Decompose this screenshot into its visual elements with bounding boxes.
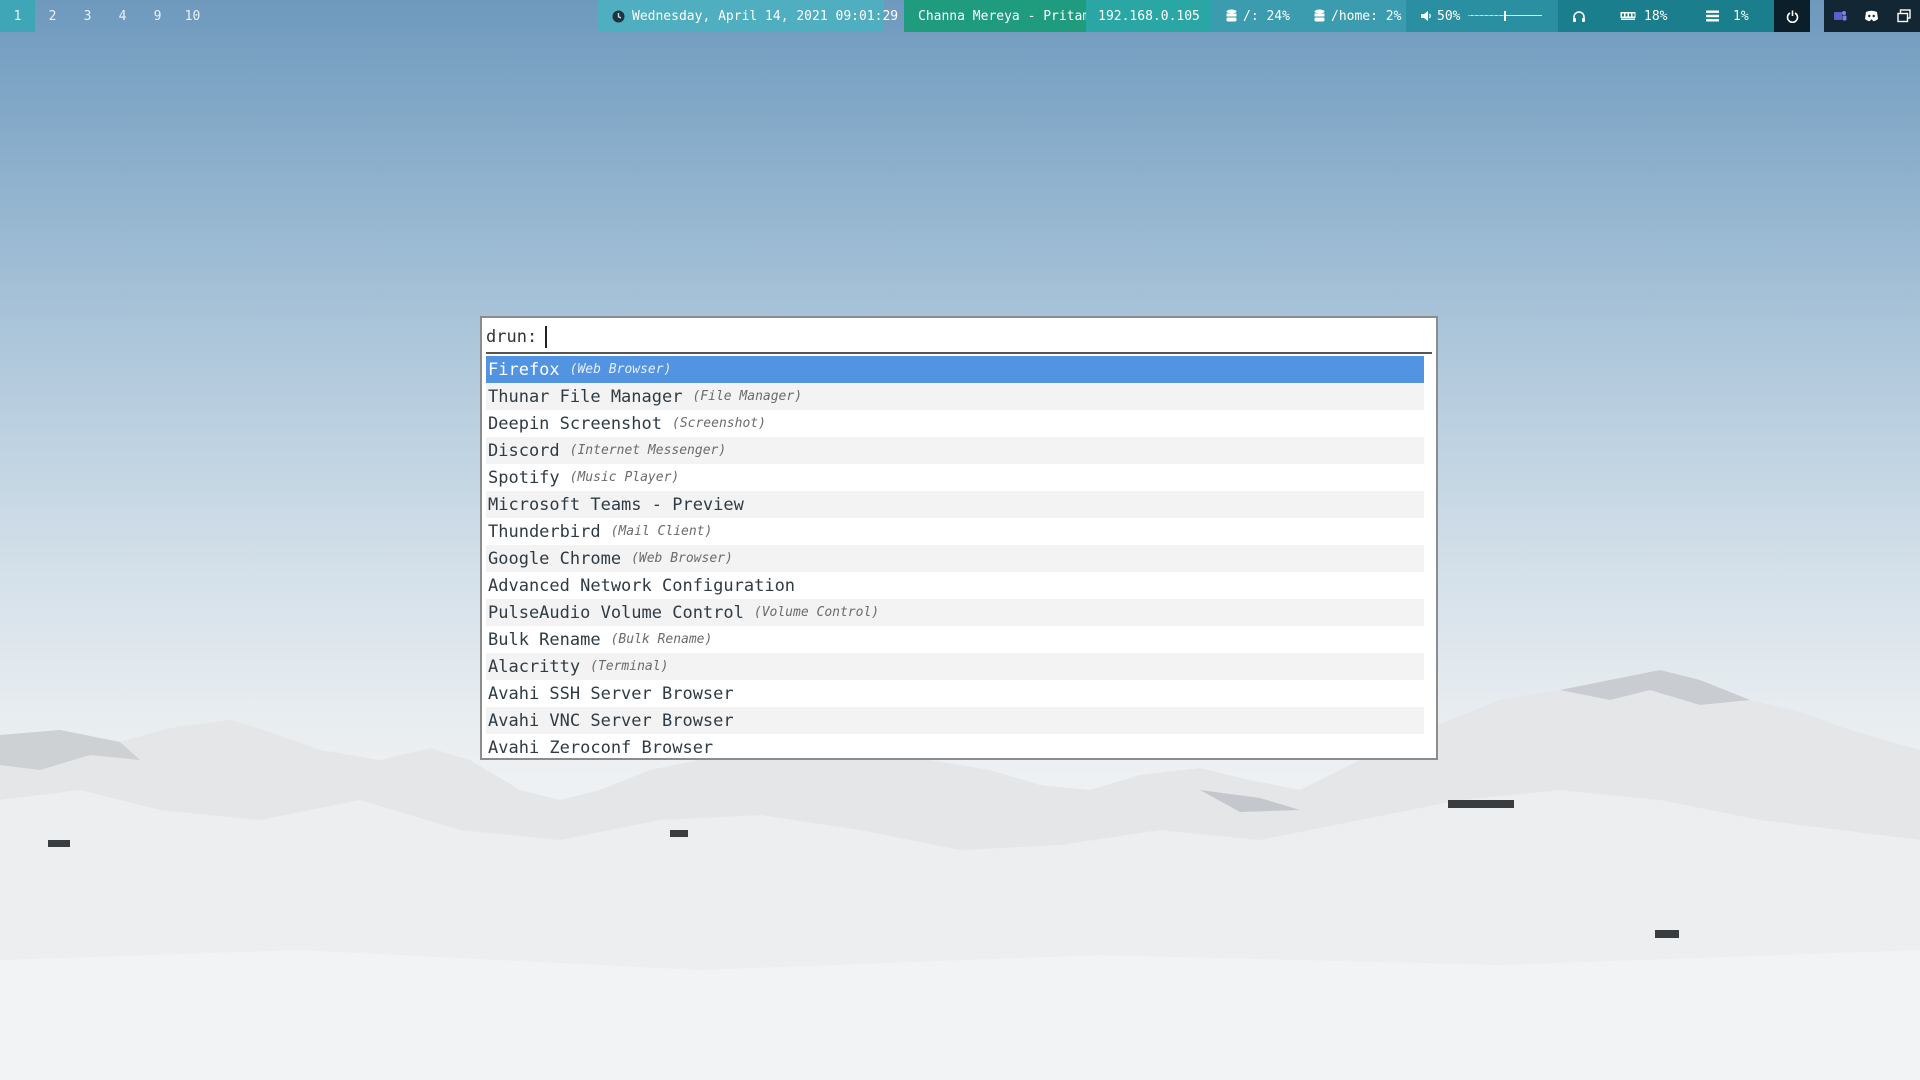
clock-icon <box>612 10 625 23</box>
workspace-label: 10 <box>184 8 201 24</box>
launcher-item-name: Firefox <box>488 359 560 380</box>
now-playing-module[interactable]: Channa Mereya - Pritam <box>904 0 1090 32</box>
now-playing-text: Channa Mereya - Pritam <box>918 8 1091 24</box>
volume-module[interactable]: 50% <box>1406 0 1558 32</box>
app-launcher: drun: Firefox (Web Browser) Thunar File Ma… <box>480 316 1438 760</box>
launcher-item-name: Thunderbird <box>488 521 601 542</box>
launcher-item-name: Microsoft Teams - Preview <box>488 494 744 515</box>
workspace-9[interactable]: 9 <box>140 0 175 32</box>
launcher-item[interactable]: Thunar File Manager (File Manager) <box>486 383 1424 410</box>
workspace-label: 1 <box>13 8 22 24</box>
disk-icon <box>1226 9 1237 23</box>
launcher-item-name: Thunar File Manager <box>488 386 683 407</box>
headphones-module[interactable] <box>1558 0 1600 32</box>
window-icon[interactable] <box>1897 9 1911 23</box>
launcher-item-name: Google Chrome <box>488 548 622 569</box>
launcher-item-description: (Web Browser) <box>569 362 672 377</box>
volume-slider[interactable] <box>1468 11 1543 21</box>
datetime-module[interactable]: Wednesday, April 14, 2021 09:01:29 <box>598 0 898 32</box>
workspace-label: 4 <box>118 8 127 24</box>
launcher-prompt-label: drun: <box>486 327 538 347</box>
launcher-results-list: Firefox (Web Browser) Thunar File Manager (… <box>486 356 1424 761</box>
cpu-module[interactable]: 1% <box>1686 0 1774 32</box>
prompt-divider <box>486 352 1432 354</box>
workspace-10[interactable]: 10 <box>175 0 210 32</box>
power-button[interactable] <box>1774 0 1810 32</box>
launcher-item[interactable]: Advanced Network Configuration <box>486 572 1424 599</box>
launcher-item[interactable]: Avahi VNC Server Browser <box>486 707 1424 734</box>
launcher-item[interactable]: Firefox (Web Browser) <box>486 356 1424 383</box>
workspace-1[interactable]: 1 <box>0 0 35 32</box>
launcher-item[interactable]: PulseAudio Volume Control (Volume Control… <box>486 599 1424 626</box>
ram-icon <box>1620 11 1636 21</box>
launcher-item-description: (File Manager) <box>692 389 803 404</box>
workspace-2[interactable]: 2 <box>35 0 70 32</box>
launcher-item-description: (Music Player) <box>569 470 680 485</box>
launcher-item[interactable]: Avahi SSH Server Browser <box>486 680 1424 707</box>
launcher-item-name: Avahi SSH Server Browser <box>488 683 734 704</box>
launcher-item-description: (Mail Client) <box>610 524 713 539</box>
launcher-item[interactable]: Google Chrome (Web Browser) <box>486 545 1424 572</box>
top-bar: 1 2 3 4 9 10 Wednesday, April 14, 2021 0… <box>0 0 1920 32</box>
workspace-label: 3 <box>83 8 92 24</box>
disk-root-text: /: 24% <box>1243 8 1290 24</box>
power-icon <box>1786 10 1799 23</box>
cpu-text: 1% <box>1733 8 1749 24</box>
launcher-item[interactable]: Avahi Zeroconf Browser <box>486 734 1424 761</box>
volume-slider-handle[interactable] <box>1504 11 1507 21</box>
launcher-item-description: (Bulk Rename) <box>610 632 713 647</box>
teams-icon[interactable] <box>1833 9 1847 23</box>
headphones-icon <box>1572 10 1586 23</box>
memory-text: 18% <box>1644 8 1668 24</box>
disk-root-module[interactable]: /: 24% <box>1212 0 1296 32</box>
workspace-label: 9 <box>153 8 162 24</box>
workspace-3[interactable]: 3 <box>70 0 105 32</box>
launcher-item[interactable]: Thunderbird (Mail Client) <box>486 518 1424 545</box>
launcher-item-name: Bulk Rename <box>488 629 601 650</box>
launcher-item[interactable]: Deepin Screenshot (Screenshot) <box>486 410 1424 437</box>
workspace-4[interactable]: 4 <box>105 0 140 32</box>
launcher-item-name: Advanced Network Configuration <box>488 575 796 596</box>
launcher-item-name: Deepin Screenshot <box>488 413 662 434</box>
launcher-item-description: (Terminal) <box>590 659 669 674</box>
workspace-label: 2 <box>48 8 57 24</box>
launcher-item-name: Avahi Zeroconf Browser <box>488 737 714 758</box>
launcher-item-description: (Web Browser) <box>631 551 733 566</box>
launcher-item-description: (Volume Control) <box>753 605 880 620</box>
speaker-icon <box>1420 10 1432 22</box>
launcher-item-name: Avahi VNC Server Browser <box>488 710 734 731</box>
launcher-item-description: (Screenshot) <box>672 416 766 431</box>
system-tray <box>1824 0 1920 32</box>
launcher-item-name: Spotify <box>488 467 560 488</box>
launcher-search-input[interactable] <box>547 325 1432 349</box>
launcher-item-name: Alacritty <box>488 656 581 677</box>
volume-text: 50% <box>1437 8 1461 24</box>
ip-address-text: 192.168.0.105 <box>1098 8 1200 24</box>
discord-icon[interactable] <box>1864 10 1879 22</box>
launcher-item-description: (Internet Messenger) <box>569 443 727 458</box>
datetime-text: Wednesday, April 14, 2021 09:01:29 <box>632 8 899 24</box>
launcher-item[interactable]: Alacritty (Terminal) <box>486 653 1424 680</box>
disk-home-module[interactable]: /home: 2% <box>1296 0 1406 32</box>
memory-module[interactable]: 18% <box>1600 0 1686 32</box>
cpu-icon <box>1706 10 1719 22</box>
disk-icon <box>1314 9 1325 23</box>
launcher-item[interactable]: Spotify (Music Player) <box>486 464 1424 491</box>
disk-home-text: /home: 2% <box>1331 8 1402 24</box>
launcher-item-name: PulseAudio Volume Control <box>488 602 744 623</box>
launcher-item[interactable]: Discord (Internet Messenger) <box>486 437 1424 464</box>
launcher-prompt-row: drun: <box>486 324 1432 350</box>
launcher-item[interactable]: Microsoft Teams - Preview <box>486 491 1424 518</box>
launcher-item[interactable]: Bulk Rename (Bulk Rename) <box>486 626 1424 653</box>
launcher-item-name: Discord <box>488 440 560 461</box>
network-module[interactable]: 192.168.0.105 <box>1086 0 1212 32</box>
